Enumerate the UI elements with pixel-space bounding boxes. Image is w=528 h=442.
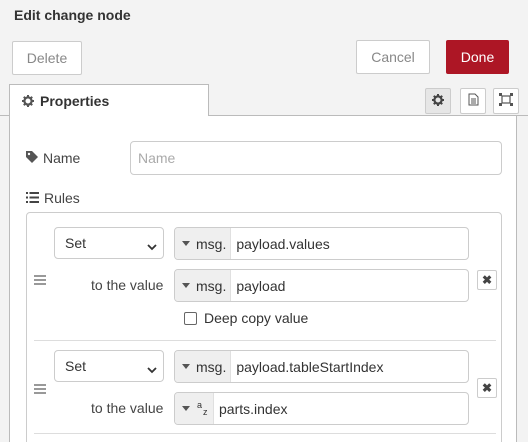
drag-handle-icon[interactable]	[34, 275, 46, 285]
rule-target-value: payload.tableStartIndex	[236, 358, 384, 375]
gear-icon	[432, 93, 444, 109]
delete-rule-button[interactable]: ✖	[477, 270, 497, 290]
tag-icon	[26, 150, 38, 166]
description-tab-button[interactable]	[460, 88, 486, 114]
rule-divider	[34, 340, 496, 341]
to-the-value-label: to the value	[91, 400, 164, 416]
rule-target-type: msg.	[196, 235, 227, 252]
rule-value-input[interactable]: msg. payload	[174, 269, 469, 302]
rules-label-text: Rules	[44, 190, 80, 206]
close-icon: ✖	[481, 381, 493, 395]
rule-target-type-select[interactable]: msg.	[175, 228, 232, 259]
delete-button[interactable]: Delete	[12, 41, 82, 75]
dialog-header: Edit change node	[0, 0, 528, 32]
drag-handle-icon[interactable]	[34, 384, 46, 394]
name-input[interactable]	[130, 141, 502, 175]
tab-bar: Properties	[0, 82, 528, 117]
rule-action-value: Set	[65, 358, 87, 374]
rule-divider	[34, 433, 496, 434]
chevron-down-icon	[147, 238, 157, 254]
rule-action-select[interactable]: Set	[54, 227, 164, 259]
to-the-value-label: to the value	[91, 277, 164, 293]
rule-value-input[interactable]: az parts.index	[174, 392, 469, 425]
rule-target-input[interactable]: msg. payload.values	[174, 227, 469, 260]
list-icon	[26, 190, 39, 206]
tab-label: Properties	[40, 92, 110, 109]
delete-rule-button[interactable]: ✖	[477, 378, 497, 398]
tab-properties[interactable]: Properties	[9, 84, 209, 117]
settings-tab-button[interactable]	[425, 88, 451, 114]
rule-target-value: payload.values	[236, 235, 330, 252]
appearance-tab-button[interactable]	[493, 88, 519, 114]
gear-icon	[22, 94, 34, 107]
deep-copy-checkbox[interactable]: Deep copy value	[184, 310, 308, 326]
deep-copy-label: Deep copy value	[204, 310, 309, 326]
dialog-title: Edit change node	[14, 7, 131, 23]
caret-down-icon	[182, 241, 190, 246]
cancel-button[interactable]: Cancel	[356, 40, 430, 74]
string-type-icon: az	[197, 399, 208, 417]
close-icon: ✖	[481, 273, 493, 287]
rule-target-input[interactable]: msg. payload.tableStartIndex	[174, 350, 469, 383]
rule-value-type-select[interactable]: az	[175, 393, 214, 424]
rule-action-value: Set	[65, 235, 87, 251]
document-icon	[468, 93, 479, 109]
rules-label: Rules	[26, 190, 80, 206]
name-label: Name	[26, 150, 80, 166]
rule-value-type-select[interactable]: msg.	[175, 270, 232, 301]
chevron-down-icon	[147, 361, 157, 377]
rule-target-type-select[interactable]: msg.	[175, 351, 232, 382]
rule-value-type: msg.	[196, 277, 227, 294]
rule-value: payload	[236, 277, 286, 294]
rule-value: parts.index	[219, 400, 288, 417]
caret-down-icon	[182, 283, 190, 288]
frame-icon	[499, 93, 513, 109]
checkbox-box[interactable]	[184, 311, 197, 325]
caret-down-icon	[182, 364, 190, 369]
done-button[interactable]: Done	[446, 40, 509, 74]
caret-down-icon	[182, 406, 190, 411]
name-label-text: Name	[43, 150, 81, 166]
rule-target-type: msg.	[196, 358, 227, 375]
rule-action-select[interactable]: Set	[54, 350, 164, 382]
